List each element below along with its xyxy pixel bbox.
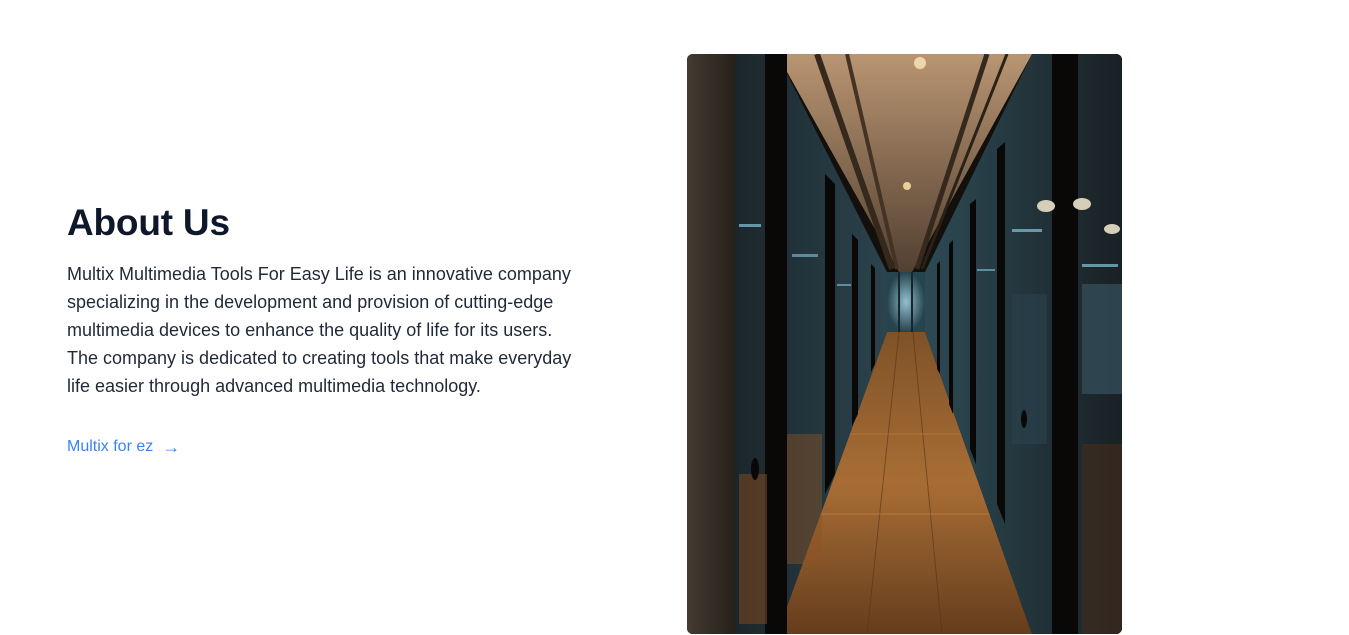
multix-for-ez-link[interactable]: Multix for ez → <box>67 438 180 456</box>
corridor-illustration <box>687 54 1122 634</box>
about-title: About Us <box>67 202 230 243</box>
link-label: Multix for ez <box>67 438 154 455</box>
about-section: About Us Multix Multimedia Tools For Eas… <box>0 0 1349 635</box>
arrow-right-icon: → <box>162 437 181 457</box>
about-description: Multix Multimedia Tools For Easy Life is… <box>67 264 572 396</box>
about-text-column: About Us Multix Multimedia Tools For Eas… <box>67 200 587 456</box>
office-corridor-image <box>687 54 1122 634</box>
